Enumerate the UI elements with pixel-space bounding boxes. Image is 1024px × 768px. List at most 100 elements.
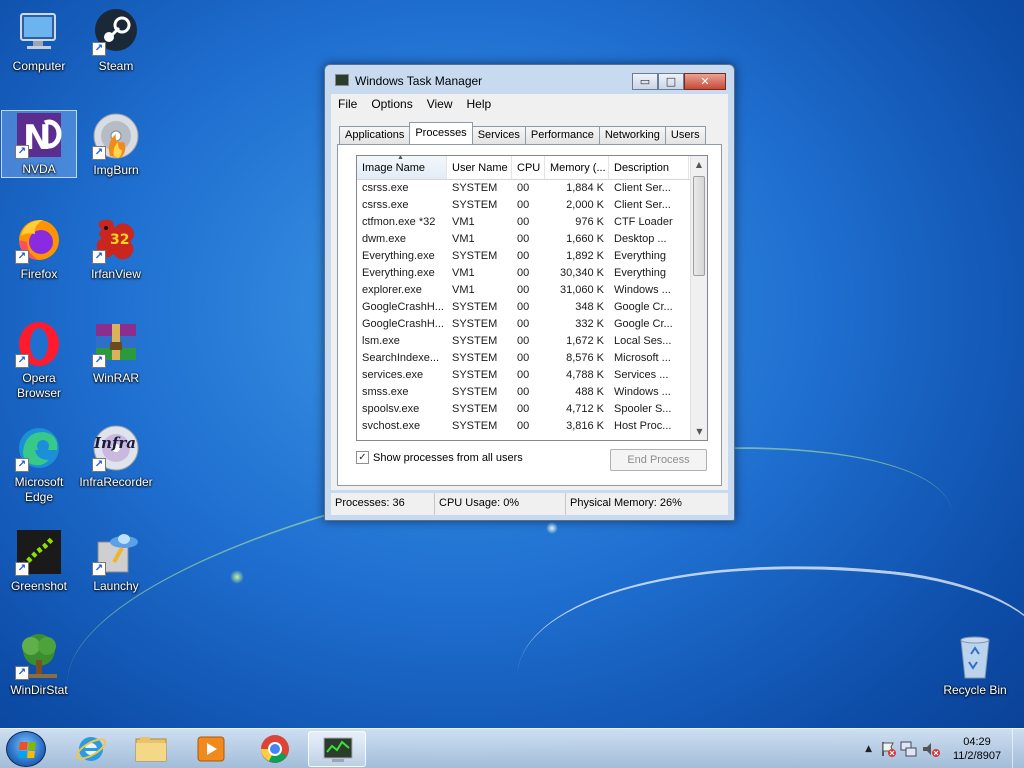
clock[interactable]: 04:29 11/2/8907 (942, 735, 1012, 763)
desktop-icon-label: Computer (12, 59, 66, 73)
process-row[interactable]: csrss.exe SYSTEM 00 2,000 K Client Ser... (357, 197, 707, 214)
taskbar-media-player[interactable] (182, 731, 240, 767)
process-memory: 1,892 K (566, 250, 604, 262)
process-user-name: SYSTEM (452, 182, 498, 194)
tab-applications[interactable]: Applications (339, 126, 411, 144)
desktop-icon-firefox[interactable]: ↗ Firefox (1, 216, 77, 282)
process-row[interactable]: lsm.exe SYSTEM 00 1,672 K Local Ses... (357, 333, 707, 350)
process-list-header: ▲ Image Name User Name CPU Memory (... De… (357, 156, 707, 180)
desktop-icon-label: InfraRecorder (79, 475, 153, 489)
maximize-button[interactable]: □ (658, 73, 684, 90)
process-row[interactable]: smss.exe SYSTEM 00 488 K Windows ... (357, 384, 707, 401)
network-icon[interactable] (898, 739, 920, 759)
desktop-icon-imgburn[interactable]: ↗ ImgBurn (78, 112, 154, 178)
desktop-icon-launchy[interactable]: ↗ Launchy (78, 528, 154, 594)
process-cpu: 00 (517, 199, 530, 211)
scrollbar-thumb[interactable] (693, 176, 705, 276)
task-manager-window[interactable]: Windows Task Manager ▭ □ ✕ File Options … (324, 64, 735, 521)
chrome-icon (261, 735, 289, 763)
desktop-icon-opera[interactable]: ↗ Opera Browser (1, 320, 77, 401)
shortcut-arrow-icon: ↗ (92, 42, 106, 56)
process-user-name: SYSTEM (452, 250, 498, 262)
menu-file[interactable]: File (331, 94, 364, 114)
taskbar-windows-explorer[interactable] (122, 731, 180, 767)
process-user-name: VM1 (452, 284, 475, 296)
menu-options[interactable]: Options (364, 94, 419, 114)
tab-performance[interactable]: Performance (524, 126, 600, 144)
minimize-button[interactable]: ▭ (632, 73, 658, 90)
desktop-icon-edge[interactable]: ↗ Microsoft Edge (1, 424, 77, 505)
desktop-icon-winrar[interactable]: ↗ WinRAR (78, 320, 154, 386)
internet-explorer-icon (75, 737, 107, 761)
action-center-flag-icon[interactable] (878, 739, 898, 759)
volume-muted-icon[interactable] (920, 739, 942, 759)
shortcut-arrow-icon: ↗ (15, 666, 29, 680)
close-button[interactable]: ✕ (684, 73, 726, 90)
desktop-icon-nvda[interactable]: N ↗ NVDA (1, 110, 77, 178)
tab-networking[interactable]: Networking (598, 126, 666, 144)
show-desktop-button[interactable] (1012, 729, 1024, 768)
desktop-icon-computer[interactable]: Computer (1, 8, 77, 74)
window-title: Windows Task Manager (355, 74, 483, 88)
start-button[interactable] (6, 731, 46, 767)
process-row[interactable]: explorer.exe VM1 00 31,060 K Windows ... (357, 282, 707, 299)
desktop-icon-infrarecorder[interactable]: Infra ↗ InfraRecorder (78, 424, 154, 490)
checkbox-check-icon[interactable]: ✓ (356, 451, 369, 464)
column-cpu[interactable]: CPU (512, 156, 545, 179)
process-row[interactable]: csrss.exe SYSTEM 00 1,884 K Client Ser... (357, 180, 707, 197)
process-row[interactable]: dwm.exe VM1 00 1,660 K Desktop ... (357, 231, 707, 248)
menu-view[interactable]: View (420, 94, 460, 114)
taskbar-task-manager[interactable] (308, 731, 366, 767)
process-row[interactable]: spoolsv.exe SYSTEM 00 4,712 K Spooler S... (357, 401, 707, 418)
process-row[interactable]: Everything.exe SYSTEM 00 1,892 K Everything (357, 248, 707, 265)
taskbar-google-chrome[interactable] (246, 731, 304, 767)
process-list[interactable]: ▲ Image Name User Name CPU Memory (... De… (356, 155, 708, 441)
vertical-scrollbar[interactable]: ▲ ▼ (690, 156, 707, 440)
process-user-name: SYSTEM (452, 403, 498, 415)
column-description[interactable]: Description (609, 156, 689, 179)
column-memory[interactable]: Memory (... (545, 156, 609, 179)
show-hidden-icons-arrow-icon[interactable]: ▲ (859, 744, 878, 754)
desktop-icon-recycle-bin[interactable]: Recycle Bin (937, 632, 1013, 698)
process-user-name: SYSTEM (452, 301, 498, 313)
desktop-icon-irfanview[interactable]: 32 ↗ IrfanView (78, 216, 154, 282)
desktop-icon-greenshot[interactable]: ↗ Greenshot (1, 528, 77, 594)
process-row[interactable]: GoogleCrashH... SYSTEM 00 348 K Google Cr... (357, 299, 707, 316)
end-process-button[interactable]: End Process (610, 449, 707, 471)
irfanview-icon: 32 ↗ (92, 216, 140, 264)
process-row[interactable]: ctfmon.exe *32 VM1 00 976 K CTF Loader (357, 214, 707, 231)
wallpaper-sparkle (546, 522, 558, 534)
tab-processes[interactable]: Processes (409, 122, 473, 144)
desktop-icon-label: Microsoft Edge (14, 475, 64, 504)
process-user-name: SYSTEM (452, 335, 498, 347)
scroll-up-arrow-icon[interactable]: ▲ (691, 156, 707, 173)
process-user-name: SYSTEM (452, 318, 498, 330)
process-row[interactable]: Everything.exe VM1 00 30,340 K Everything (357, 265, 707, 282)
process-row[interactable]: svchost.exe SYSTEM 00 3,816 K Host Proc... (357, 418, 707, 435)
desktop-icon-steam[interactable]: ↗ Steam (78, 8, 154, 74)
process-description: Everything (614, 250, 666, 262)
tab-strip: Applications Processes Services Performa… (339, 122, 706, 144)
process-image-name: GoogleCrashH... (362, 318, 444, 330)
process-row[interactable]: GoogleCrashH... SYSTEM 00 332 K Google Cr... (357, 316, 707, 333)
taskbar-internet-explorer[interactable] (62, 731, 120, 767)
process-description: Local Ses... (614, 335, 672, 347)
desktop-icon-windirstat[interactable]: ↗ WinDirStat (1, 632, 77, 698)
process-cpu: 00 (517, 284, 530, 296)
tab-users[interactable]: Users (664, 126, 706, 144)
desktop-icon-label: IrfanView (91, 267, 141, 281)
scroll-down-arrow-icon[interactable]: ▼ (691, 423, 707, 440)
process-user-name: VM1 (452, 216, 475, 228)
process-memory: 1,660 K (566, 233, 604, 245)
process-cpu: 00 (517, 318, 530, 330)
process-row[interactable]: SearchIndexe... SYSTEM 00 8,576 K Microsoft … (357, 350, 707, 367)
column-user-name[interactable]: User Name (447, 156, 512, 179)
title-bar[interactable]: Windows Task Manager ▭ □ ✕ (325, 65, 734, 93)
tab-services[interactable]: Services (471, 126, 526, 144)
menu-help[interactable]: Help (460, 94, 499, 114)
process-row[interactable]: services.exe SYSTEM 00 4,788 K Services ... (357, 367, 707, 384)
show-all-processes-checkbox[interactable]: ✓ Show processes from all users (356, 451, 523, 464)
folder-icon (135, 737, 167, 762)
shortcut-arrow-icon: ↗ (15, 145, 29, 159)
column-image-name[interactable]: ▲ Image Name (357, 156, 447, 179)
